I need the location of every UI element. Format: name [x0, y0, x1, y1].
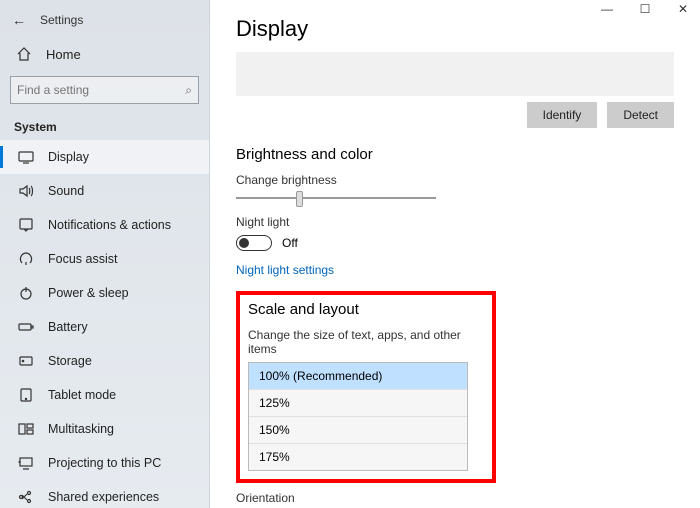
- toggle-knob: [239, 238, 249, 248]
- share-icon: [18, 489, 34, 505]
- sidebar-item-label: Projecting to this PC: [48, 456, 161, 470]
- app-name: Settings: [40, 13, 83, 27]
- search-icon: ⌕: [185, 83, 192, 98]
- storage-icon: [18, 353, 34, 369]
- focus-icon: [18, 251, 34, 267]
- monitor-preview: [236, 52, 674, 96]
- sidebar-item-notifications[interactable]: Notifications & actions: [0, 208, 209, 242]
- home-label: Home: [46, 47, 81, 62]
- power-icon: [18, 285, 34, 301]
- night-light-state: Off: [282, 236, 298, 250]
- sidebar-item-label: Sound: [48, 184, 84, 198]
- search-input[interactable]: ⌕: [10, 76, 199, 104]
- night-light-label: Night light: [236, 215, 674, 229]
- slider-thumb[interactable]: [296, 191, 303, 207]
- battery-icon: [18, 319, 34, 335]
- brightness-slider[interactable]: [236, 197, 436, 199]
- close-button[interactable]: ✕: [674, 2, 692, 16]
- sidebar-item-projecting[interactable]: Projecting to this PC: [0, 446, 209, 480]
- sidebar-item-multitasking[interactable]: Multitasking: [0, 412, 209, 446]
- section-brightness: Brightness and color: [236, 146, 674, 163]
- sidebar-item-label: Shared experiences: [48, 490, 159, 504]
- scale-highlight-box: Scale and layout Change the size of text…: [236, 291, 496, 483]
- sidebar-item-label: Power & sleep: [48, 286, 129, 300]
- night-light-settings-link[interactable]: Night light settings: [236, 263, 334, 277]
- scale-option-100[interactable]: 100% (Recommended): [249, 363, 467, 390]
- scale-option-125[interactable]: 125%: [249, 390, 467, 417]
- sidebar-item-label: Tablet mode: [48, 388, 116, 402]
- scale-option-175[interactable]: 175%: [249, 444, 467, 470]
- maximize-button[interactable]: ☐: [636, 2, 654, 16]
- identify-button[interactable]: Identify: [527, 102, 598, 128]
- sidebar: ← Settings Home ⌕ System Display Sound N: [0, 0, 210, 508]
- sidebar-item-storage[interactable]: Storage: [0, 344, 209, 378]
- minimize-button[interactable]: —: [598, 2, 616, 16]
- display-icon: [18, 149, 34, 165]
- sidebar-item-label: Focus assist: [48, 252, 117, 266]
- home-icon: [16, 46, 32, 62]
- sound-icon: [18, 183, 34, 199]
- window-controls: — ☐ ✕: [598, 2, 692, 16]
- sidebar-item-sound[interactable]: Sound: [0, 174, 209, 208]
- back-icon[interactable]: ←: [12, 12, 26, 28]
- main-content: — ☐ ✕ Display Identify Detect Brightness…: [210, 0, 700, 508]
- scale-option-150[interactable]: 150%: [249, 417, 467, 444]
- category-system: System: [0, 114, 209, 140]
- sidebar-item-label: Display: [48, 150, 89, 164]
- scale-dropdown[interactable]: 100% (Recommended) 125% 150% 175%: [248, 362, 468, 471]
- search-field[interactable]: [17, 83, 185, 97]
- home-button[interactable]: Home: [0, 36, 209, 72]
- scale-label: Change the size of text, apps, and other…: [248, 328, 484, 356]
- sidebar-item-label: Battery: [48, 320, 88, 334]
- sidebar-item-label: Storage: [48, 354, 92, 368]
- titlebar: ← Settings: [0, 8, 209, 36]
- orientation-label: Orientation: [236, 491, 674, 505]
- night-light-toggle[interactable]: [236, 235, 272, 251]
- tablet-icon: [18, 387, 34, 403]
- sidebar-item-display[interactable]: Display: [0, 140, 209, 174]
- brightness-label: Change brightness: [236, 173, 674, 187]
- notifications-icon: [18, 217, 34, 233]
- detect-button[interactable]: Detect: [607, 102, 674, 128]
- multitask-icon: [18, 421, 34, 437]
- sidebar-item-tablet[interactable]: Tablet mode: [0, 378, 209, 412]
- sidebar-item-focus[interactable]: Focus assist: [0, 242, 209, 276]
- sidebar-item-shared[interactable]: Shared experiences: [0, 480, 209, 508]
- sidebar-item-battery[interactable]: Battery: [0, 310, 209, 344]
- project-icon: [18, 455, 34, 471]
- sidebar-item-label: Notifications & actions: [48, 218, 171, 232]
- page-title: Display: [236, 16, 674, 42]
- section-scale: Scale and layout: [248, 301, 484, 318]
- sidebar-item-power[interactable]: Power & sleep: [0, 276, 209, 310]
- sidebar-item-label: Multitasking: [48, 422, 114, 436]
